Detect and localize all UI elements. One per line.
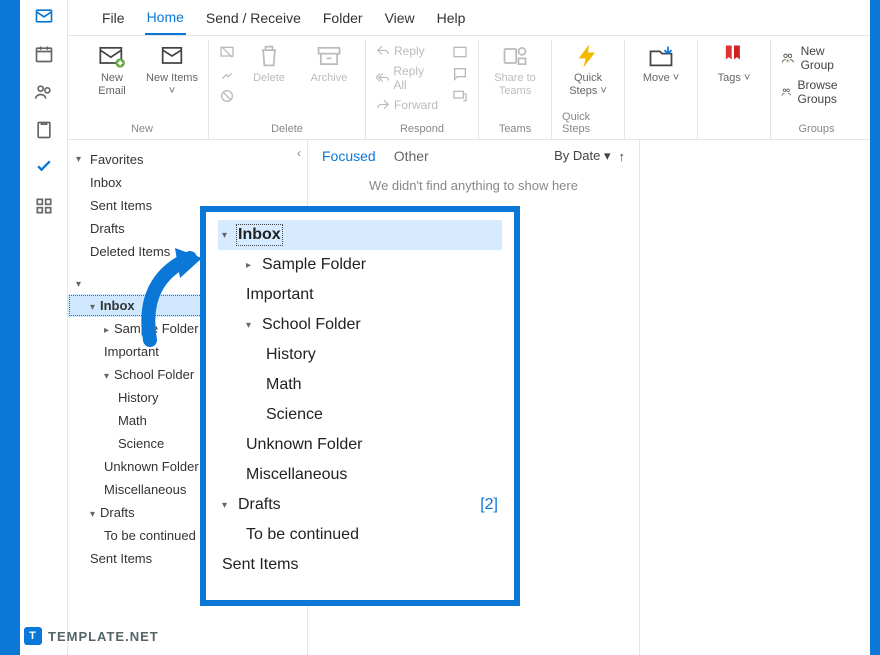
ribbon: New Email New Items ˅ New xyxy=(68,36,870,140)
ov-misc[interactable]: Miscellaneous xyxy=(218,460,502,490)
ov-school[interactable]: ▾School Folder xyxy=(218,310,502,340)
tasks-icon[interactable] xyxy=(34,120,54,140)
new-items-button[interactable]: New Items ˅ xyxy=(146,42,198,98)
tab-home[interactable]: Home xyxy=(145,1,186,35)
group-label-respond: Respond xyxy=(400,123,444,139)
move-button[interactable]: Move ˅ xyxy=(635,42,687,85)
tab-folder[interactable]: Folder xyxy=(321,2,365,34)
reading-pane xyxy=(640,140,870,655)
ov-sample[interactable]: ▸Sample Folder xyxy=(218,250,502,280)
favorites-header[interactable]: ▾Favorites xyxy=(68,148,307,171)
ov-science[interactable]: Science xyxy=(218,400,502,430)
forward-button[interactable]: Forward xyxy=(376,96,438,114)
ov-history[interactable]: History xyxy=(218,340,502,370)
watermark-badge-icon: T xyxy=(24,627,42,645)
empty-message: We didn't find anything to show here xyxy=(322,178,625,193)
app-rail xyxy=(20,0,68,655)
quick-steps-button[interactable]: Quick Steps ˅ xyxy=(562,42,614,98)
fav-inbox[interactable]: Inbox xyxy=(68,171,307,194)
more-respond-icon[interactable] xyxy=(452,86,468,106)
group-label-groups: Groups xyxy=(798,123,834,139)
callout-overlay: ▾Inbox ▸Sample Folder Important ▾School … xyxy=(200,206,520,606)
people-icon[interactable] xyxy=(34,82,54,102)
tags-button[interactable]: Tags ˅ xyxy=(708,42,760,85)
share-teams-button[interactable]: Share to Teams xyxy=(489,42,541,98)
reply-button[interactable]: Reply xyxy=(376,42,438,60)
todo-icon[interactable] xyxy=(34,158,54,178)
tab-file[interactable]: File xyxy=(100,2,127,34)
tab-sendreceive[interactable]: Send / Receive xyxy=(204,2,303,34)
tab-view[interactable]: View xyxy=(383,2,417,34)
sort-direction-icon[interactable]: ↑ xyxy=(619,149,626,164)
group-label-teams: Teams xyxy=(499,123,531,139)
more-apps-icon[interactable] xyxy=(34,196,54,216)
group-label-delete: Delete xyxy=(271,123,303,139)
cleanup-icon[interactable] xyxy=(219,64,235,84)
other-tab[interactable]: Other xyxy=(394,148,429,164)
tab-help[interactable]: Help xyxy=(435,2,468,34)
junk-icon[interactable] xyxy=(219,86,235,106)
ov-drafts[interactable]: ▾Drafts[2] xyxy=(218,490,502,520)
calendar-icon[interactable] xyxy=(34,44,54,64)
ribbon-tabs: File Home Send / Receive Folder View Hel… xyxy=(68,0,870,36)
im-icon[interactable] xyxy=(452,64,468,84)
group-label-new: New xyxy=(131,123,153,139)
group-label-quicksteps: Quick Steps xyxy=(562,111,614,139)
archive-button[interactable]: Archive xyxy=(303,42,355,85)
collapse-folderpane-icon[interactable]: ‹ xyxy=(297,146,301,160)
delete-button[interactable]: Delete xyxy=(243,42,295,85)
meeting-icon[interactable] xyxy=(452,42,468,62)
new-email-button[interactable]: New Email xyxy=(86,42,138,98)
focused-tab[interactable]: Focused xyxy=(322,148,376,164)
new-group-button[interactable]: New Group xyxy=(781,42,852,74)
ov-sent[interactable]: Sent Items xyxy=(218,550,502,580)
browse-groups-button[interactable]: Browse Groups xyxy=(781,76,852,108)
mail-icon[interactable] xyxy=(34,6,54,26)
ov-important[interactable]: Important xyxy=(218,280,502,310)
watermark: T TEMPLATE.NET xyxy=(24,627,159,645)
ignore-icon[interactable] xyxy=(219,42,235,62)
ov-tbc[interactable]: To be continued xyxy=(218,520,502,550)
sort-button[interactable]: By Date ▾ xyxy=(554,148,610,164)
ov-inbox[interactable]: ▾Inbox xyxy=(218,220,502,250)
ov-math[interactable]: Math xyxy=(218,370,502,400)
ov-unknown[interactable]: Unknown Folder xyxy=(218,430,502,460)
replyall-button[interactable]: Reply All xyxy=(376,62,438,94)
